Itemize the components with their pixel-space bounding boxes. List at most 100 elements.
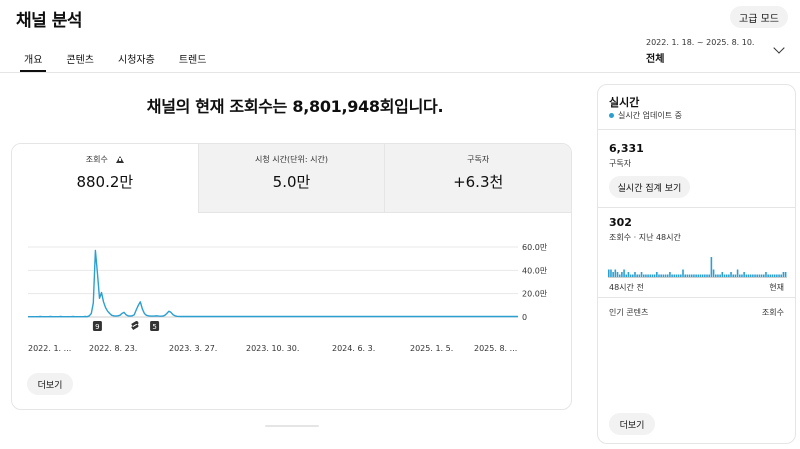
video-count-marker: 5	[150, 321, 160, 331]
realtime-bar	[645, 274, 647, 277]
metric-label: 구독자	[467, 155, 490, 164]
realtime-bar	[760, 274, 763, 277]
realtime-bar	[721, 272, 724, 277]
realtime-bar	[684, 274, 686, 277]
realtime-bar	[784, 272, 787, 277]
realtime-bar	[745, 274, 748, 277]
tab-trends[interactable]: 트렌드	[179, 44, 207, 72]
realtime-bar	[758, 274, 761, 277]
metric-value: 880.2만	[76, 173, 134, 191]
realtime-bar	[714, 274, 717, 277]
realtime-bar	[765, 272, 767, 277]
date-range-picker[interactable]: 2022. 1. 18. ~ 2025. 8. 10. 전체	[646, 38, 766, 65]
tab-overview[interactable]: 개요	[19, 44, 47, 72]
realtime-bar	[662, 274, 665, 277]
views-chart[interactable]: 60.0만 40.0만 20.0만 0 9 5 2022. 1. ... 2022. 8. 2…	[12, 213, 572, 363]
realtime-bar	[651, 274, 654, 277]
realtime-bar	[653, 274, 656, 277]
axis-left-label: 48시간 전	[609, 283, 644, 292]
realtime-bar	[621, 272, 623, 277]
realtime-bar	[616, 272, 619, 277]
warning-icon[interactable]	[115, 156, 124, 163]
live-status: 실시간 업데이트 중	[609, 110, 682, 121]
realtime-bar	[629, 274, 632, 277]
x-tick-label: 2025. 1. 5.	[410, 344, 453, 353]
realtime-bar	[608, 269, 610, 277]
realtime-bar	[771, 274, 774, 277]
metric-label-row: 조회수	[12, 154, 198, 165]
realtime-bar	[701, 274, 704, 277]
realtime-bar	[782, 272, 785, 277]
metric-watch-time[interactable]: 시청 시간(단위: 시간) 5.0만	[197, 144, 385, 213]
realtime-bar	[671, 274, 673, 277]
metric-views[interactable]: 조회수 880.2만	[12, 144, 198, 213]
tab-audience[interactable]: 시청자층	[118, 44, 155, 72]
realtime-bar	[614, 269, 617, 277]
x-tick-label: 2024. 6. 3.	[332, 344, 375, 353]
realtime-bar	[734, 274, 737, 277]
realtime-bar	[680, 274, 682, 277]
realtime-bar	[673, 274, 676, 277]
realtime-bar	[636, 274, 638, 277]
realtime-bar	[647, 274, 649, 277]
x-tick-label: 2022. 8. 23.	[89, 344, 137, 353]
header-divider	[0, 72, 800, 73]
live-dot-icon	[609, 113, 614, 118]
chevron-down-icon[interactable]	[773, 42, 785, 54]
realtime-bar	[618, 274, 621, 277]
x-tick-label: 2023. 3. 27.	[169, 344, 217, 353]
realtime-bar	[638, 274, 641, 277]
divider	[598, 129, 795, 130]
realtime-bar	[675, 274, 678, 277]
realtime-button[interactable]: 실시간 집계 보기	[609, 176, 690, 198]
realtime-bar	[649, 274, 652, 277]
metric-label: 시청 시간(단위: 시간)	[255, 155, 328, 164]
realtime-bar	[717, 274, 719, 277]
realtime-bar	[776, 274, 778, 277]
realtime-bar	[754, 274, 756, 277]
realtime-bar	[706, 274, 708, 277]
video-count-label: 5	[152, 323, 156, 331]
realtime-bar	[640, 272, 643, 277]
realtime-bar	[686, 274, 689, 277]
scroll-indicator	[265, 425, 319, 427]
realtime-bar	[708, 274, 710, 277]
sidebar-more-button[interactable]: 더보기	[609, 413, 655, 435]
metric-value: 5.0만	[272, 173, 311, 191]
x-tick-label: 2022. 1. ...	[28, 344, 71, 353]
popular-metric-label: 조회수	[761, 308, 784, 317]
page-title: 채널 분석	[16, 11, 82, 31]
realtime-bar	[610, 269, 612, 277]
divider	[598, 207, 795, 208]
realtime-bar	[695, 274, 697, 277]
realtime-bar	[704, 274, 706, 277]
date-range-text: 2022. 1. 18. ~ 2025. 8. 10.	[646, 38, 755, 47]
realtime-bar	[723, 274, 726, 277]
subscriber-count: 6,331	[609, 142, 644, 155]
tab-content[interactable]: 콘텐츠	[66, 44, 94, 72]
x-tick-label: 2023. 10. 30.	[246, 344, 299, 353]
realtime-bar	[697, 274, 700, 277]
x-tick-label: 2025. 8. ...	[474, 344, 517, 353]
realtime-bar	[769, 274, 772, 277]
live-status-text: 실시간 업데이트 중	[618, 111, 682, 120]
advanced-mode-button[interactable]: 고급 모드	[730, 6, 788, 28]
realtime-bar	[632, 274, 634, 277]
realtime-views-count: 302	[609, 216, 632, 229]
realtime-bar	[658, 274, 660, 277]
realtime-bar	[747, 274, 750, 277]
realtime-bar	[666, 274, 669, 277]
realtime-bar	[634, 272, 636, 277]
realtime-bar	[741, 274, 743, 277]
divider	[598, 297, 795, 298]
realtime-bar	[732, 274, 735, 277]
realtime-bar-chart[interactable]	[598, 240, 797, 280]
realtime-bar	[736, 269, 739, 277]
metric-subscribers[interactable]: 구독자 +6.3천	[384, 144, 571, 213]
y-tick-label: 60.0만	[522, 243, 548, 252]
realtime-bar	[688, 274, 691, 277]
more-button[interactable]: 더보기	[27, 373, 73, 395]
subscriber-label: 구독자	[609, 159, 632, 168]
realtime-bar	[738, 274, 741, 277]
realtime-bar	[664, 274, 667, 277]
